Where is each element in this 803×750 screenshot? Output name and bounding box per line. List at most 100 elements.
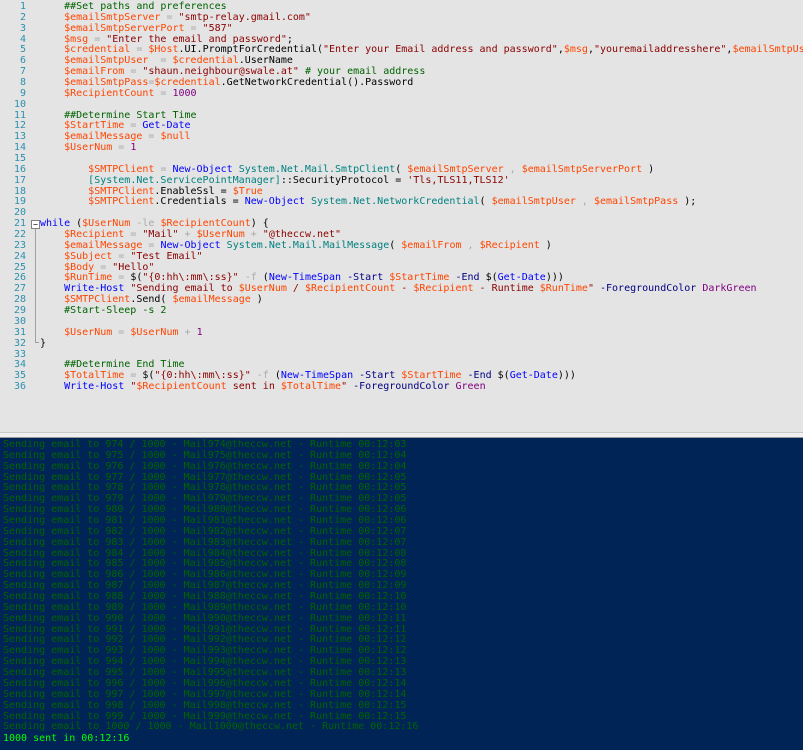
code-token: ) xyxy=(250,294,263,306)
code-token: .UserName xyxy=(238,55,293,67)
code-token: = xyxy=(148,55,173,67)
code-token: "Sending email to xyxy=(124,283,239,295)
code-token: = xyxy=(124,229,143,241)
code-token: ##Determine End Time xyxy=(40,359,185,371)
code-token: ) { xyxy=(250,218,269,230)
code-token: $RunTime xyxy=(64,272,113,284)
code-token: "Test Email" xyxy=(130,250,203,262)
code-token: ))) xyxy=(545,272,564,284)
code-token: New-Object xyxy=(244,196,305,208)
code-token: " xyxy=(124,381,137,393)
code-token: ))) xyxy=(557,370,576,382)
code-token: [System.Net.ServicePointManager] xyxy=(88,174,281,186)
code-area[interactable]: ##Set paths and preferences $emailSmtpSe… xyxy=(40,1,803,393)
code-token: "Enter the email and password" xyxy=(106,33,287,45)
code-line: Write-Host "$RecipientCount sent in $Tot… xyxy=(40,381,803,393)
code-token: - Runtime xyxy=(473,283,540,295)
code-token: .Credentials = xyxy=(154,196,245,208)
code-token: sent in xyxy=(226,381,281,393)
code-token: $emailSmtpServer xyxy=(407,163,504,175)
code-token: - xyxy=(395,283,414,295)
code-token: -ForegroundColor xyxy=(593,283,703,295)
code-token: "@theccw.net" xyxy=(262,229,342,241)
code-token: $msg xyxy=(64,33,89,45)
code-token: -Start xyxy=(353,370,402,382)
code-token: $True xyxy=(232,185,263,197)
code-token: Write-Host xyxy=(64,283,125,295)
code-token: "587" xyxy=(202,22,233,34)
code-token: $emailSmtpServerPort xyxy=(521,163,643,175)
code-token: $Recipient xyxy=(413,283,474,295)
code-token: ) xyxy=(642,163,655,175)
code-token: $emailMessage xyxy=(64,131,143,143)
code-token: Get-Date xyxy=(497,272,546,284)
line-number: 32 xyxy=(13,337,26,349)
line-number: 17 xyxy=(13,174,26,186)
code-token: ( xyxy=(70,218,83,230)
code-token: = xyxy=(130,44,149,56)
code-token: New-Object xyxy=(172,163,233,175)
code-token: $UserNum xyxy=(196,229,245,241)
code-token: $credential xyxy=(64,44,131,56)
console-line: Sending email to 998 / 1000 - Mail998@th… xyxy=(3,699,407,711)
code-line: $Subject = "Test Email" xyxy=(40,250,803,263)
code-line: $RecipientCount = 1000 xyxy=(40,87,803,100)
code-token: .UI.PromptForCredential( xyxy=(178,44,324,56)
code-token: New-Object xyxy=(160,239,221,251)
code-token: $Host xyxy=(148,44,179,56)
code-token: "{0:hh\:mm\:ss}" xyxy=(154,370,251,382)
collapse-toggle-icon[interactable]: − xyxy=(31,220,40,229)
code-token: "Mail" xyxy=(142,229,179,241)
code-token: $UserNum xyxy=(64,326,113,338)
code-token: + xyxy=(178,229,197,241)
code-token: 1000 xyxy=(172,87,197,99)
code-token: = xyxy=(112,326,131,338)
code-token: = xyxy=(112,250,131,262)
code-token: + xyxy=(244,229,263,241)
code-token: ( xyxy=(395,163,408,175)
code-token: $UserNum xyxy=(238,283,287,295)
code-token: $SMTPClient xyxy=(88,163,155,175)
code-token: $emailSmtpUser xyxy=(491,196,576,208)
fold-guide-end xyxy=(35,342,39,343)
console-output-pane[interactable]: Sending email to 974 / 1000 - Mail974@th… xyxy=(0,438,803,750)
code-token: + xyxy=(178,326,197,338)
code-token: = xyxy=(88,33,107,45)
code-token: 'Tls,TLS11,TLS12' xyxy=(407,174,510,186)
code-token: = xyxy=(112,142,131,154)
code-token: $Recipient xyxy=(479,239,540,251)
code-token: System.Net.NetworkCredential xyxy=(304,196,480,208)
code-line: $emailMessage = $null xyxy=(40,131,803,143)
code-token: $StartTime xyxy=(401,370,462,382)
code-token: "Hello" xyxy=(112,261,155,273)
code-token: $TotalTime xyxy=(64,370,125,382)
line-number: 31 xyxy=(13,326,26,338)
code-token: / xyxy=(286,283,305,295)
code-token: $StartTime xyxy=(389,272,450,284)
code-token: = xyxy=(124,370,143,382)
code-token: ##Determine Start Time xyxy=(40,109,197,121)
code-token: .GetNetworkCredential().Password xyxy=(220,77,414,89)
line-number: 24 xyxy=(13,250,26,262)
code-token: .EnableSsl = xyxy=(154,185,233,197)
script-editor-pane[interactable]: 1 2 3 4 5 6 7 8 9 10 11 12 13 14 15 16 17 18 19 20 21 22 23 24 2… xyxy=(0,0,803,432)
code-line: #Start-Sleep -s 2 xyxy=(40,305,803,317)
code-token: -End xyxy=(461,370,498,382)
code-token: ::SecurityProtocol = xyxy=(280,174,408,186)
code-token: .Send( xyxy=(130,294,173,306)
code-token: 1 xyxy=(196,326,203,338)
code-token: $msg xyxy=(563,44,588,56)
line-number-gutter: 1 2 3 4 5 6 7 8 9 10 11 12 13 14 15 16 17 18 19 20 21 22 23 24 2… xyxy=(0,1,26,393)
code-token: $emailSmtpUser xyxy=(64,55,149,67)
